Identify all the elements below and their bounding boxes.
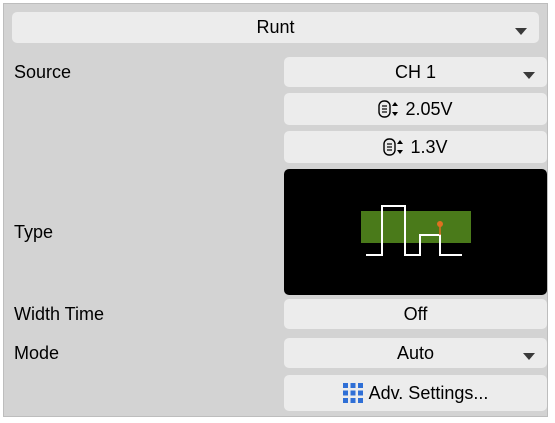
type-selector[interactable] [284, 169, 547, 295]
trigger-type-dropdown[interactable]: Runt [12, 12, 539, 43]
runt-trigger-panel: Runt Source CH 1 2.05V 1.3V Type Width T… [3, 3, 548, 417]
lower-threshold-value: 1.3V [410, 136, 448, 157]
chevron-down-icon [523, 353, 535, 360]
mode-value: Auto [396, 342, 435, 363]
lower-threshold-field[interactable]: 1.3V [284, 131, 547, 163]
source-value: CH 1 [394, 61, 436, 82]
chevron-down-icon [523, 72, 535, 79]
mode-dropdown[interactable]: Auto [284, 338, 547, 368]
upper-threshold-value: 2.05V [405, 98, 453, 119]
width-time-value: Off [403, 303, 428, 324]
source-label: Source [14, 61, 72, 82]
knob-icon [383, 137, 405, 157]
runt-pulse-icon [361, 205, 471, 256]
chevron-down-icon [515, 27, 527, 35]
source-dropdown[interactable]: CH 1 [284, 57, 547, 87]
grid-icon [342, 383, 363, 403]
trigger-type-value: Runt [256, 17, 295, 37]
width-time-button[interactable]: Off [284, 299, 547, 329]
width-time-label: Width Time [14, 303, 105, 324]
knob-icon [378, 99, 400, 119]
adv-settings-label: Adv. Settings... [368, 382, 489, 403]
adv-settings-button[interactable]: Adv. Settings... [284, 375, 547, 411]
type-label: Type [14, 221, 54, 242]
mode-label: Mode [14, 342, 60, 363]
upper-threshold-field[interactable]: 2.05V [284, 93, 547, 125]
